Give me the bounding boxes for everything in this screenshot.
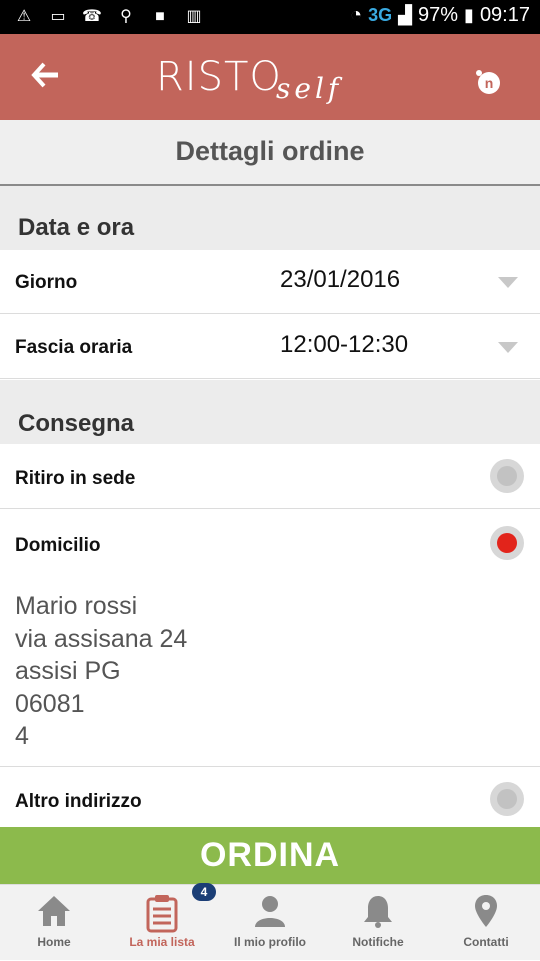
battery-percent: 97% <box>418 4 459 26</box>
other-address-option[interactable]: Altro indirizzo <box>0 767 540 827</box>
clipboard-icon <box>146 895 178 933</box>
order-button[interactable]: ORDINA <box>0 827 540 884</box>
address-street: via assisana 24 <box>15 624 188 653</box>
day-value: 23/01/2016 <box>280 266 401 293</box>
bottom-tab-bar: Home La mia lista Il mio profilo Notific… <box>0 884 540 960</box>
address-name: Mario rossi <box>15 592 138 620</box>
chevron-down-icon <box>498 277 518 288</box>
day-label: Giorno <box>15 272 78 293</box>
tab-contacts-label: Contatti <box>463 935 509 949</box>
user-icon <box>255 896 285 927</box>
list-count-badge: 4 <box>192 883 216 901</box>
time-slot-value: 12:00-12:30 <box>280 331 409 358</box>
tab-notifications[interactable]: Notifiche <box>324 885 432 961</box>
address-extra: 4 <box>15 722 29 750</box>
chevron-down-icon <box>498 342 518 353</box>
usb-icon: ⚲ <box>120 8 132 25</box>
missed-call-icon: ☎ <box>82 8 102 25</box>
app-bar: RISTO self n <box>0 34 540 120</box>
lock-icon: ■ <box>155 8 165 25</box>
home-delivery-label: Domicilio <box>15 535 101 556</box>
pickup-option[interactable]: Ritiro in sede <box>0 444 540 509</box>
status-system: ◔ 3G ▟ 97% ▮ 09:17 <box>350 4 530 27</box>
warning-icon: ⚠ <box>16 8 32 25</box>
address-city: assisi PG <box>15 657 121 685</box>
section-title-date-time: Data e ora <box>18 214 135 241</box>
logo-main-text: RISTO <box>156 54 282 100</box>
time-slot-selector[interactable]: Fascia oraria 12:00-12:30 <box>0 315 540 379</box>
address-zip: 06081 <box>15 689 85 718</box>
back-arrow-icon <box>31 62 58 88</box>
section-date-time: Data e ora <box>0 186 540 250</box>
tab-home[interactable]: Home <box>0 885 108 961</box>
tab-profile-label: Il mio profilo <box>234 935 306 949</box>
back-button[interactable] <box>30 60 70 94</box>
home-delivery-radio[interactable] <box>490 526 524 560</box>
tab-profile[interactable]: Il mio profilo <box>216 885 324 961</box>
other-address-label: Altro indirizzo <box>15 791 142 812</box>
tab-notifications-label: Notifiche <box>352 935 404 949</box>
bell-icon <box>364 896 392 928</box>
status-bar: ⚠ ▭ ☎ ⚲ ■ ▥ ◔ 3G ▟ 97% ▮ 09:17 <box>0 0 540 34</box>
notification-button[interactable]: n <box>478 72 500 94</box>
signal-icon: ▟ <box>398 5 412 25</box>
tab-my-list-label: La mia lista <box>129 935 195 949</box>
pickup-label: Ritiro in sede <box>15 468 136 489</box>
network-type: 3G <box>368 5 393 25</box>
page-title-bar: Dettagli ordine <box>0 120 540 186</box>
home-icon <box>38 896 70 926</box>
logo-script-text: self <box>276 72 343 105</box>
pickup-radio[interactable] <box>490 459 524 493</box>
other-address-radio[interactable] <box>490 782 524 816</box>
map-pin-icon <box>475 895 497 927</box>
message-icon: ▭ <box>50 8 66 25</box>
section-delivery: Consegna <box>0 380 540 444</box>
battery-icon: ▮ <box>464 5 474 25</box>
barcode-icon: ▥ <box>186 8 202 25</box>
delivery-address: Mario rossi via assisana 24 assisi PG 06… <box>15 590 187 753</box>
day-selector[interactable]: Giorno 23/01/2016 <box>0 250 540 314</box>
time-slot-label: Fascia oraria <box>15 337 133 358</box>
tab-home-label: Home <box>37 935 71 949</box>
section-title-delivery: Consegna <box>18 410 135 437</box>
status-notifications: ⚠ ▭ ☎ ⚲ ■ ▥ <box>14 7 204 27</box>
app-logo: RISTO self <box>156 52 386 106</box>
page-title: Dettagli ordine <box>175 136 365 166</box>
wifi-icon: ◔ <box>350 4 363 26</box>
clock: 09:17 <box>479 4 530 26</box>
tab-contacts[interactable]: Contatti <box>432 885 540 961</box>
